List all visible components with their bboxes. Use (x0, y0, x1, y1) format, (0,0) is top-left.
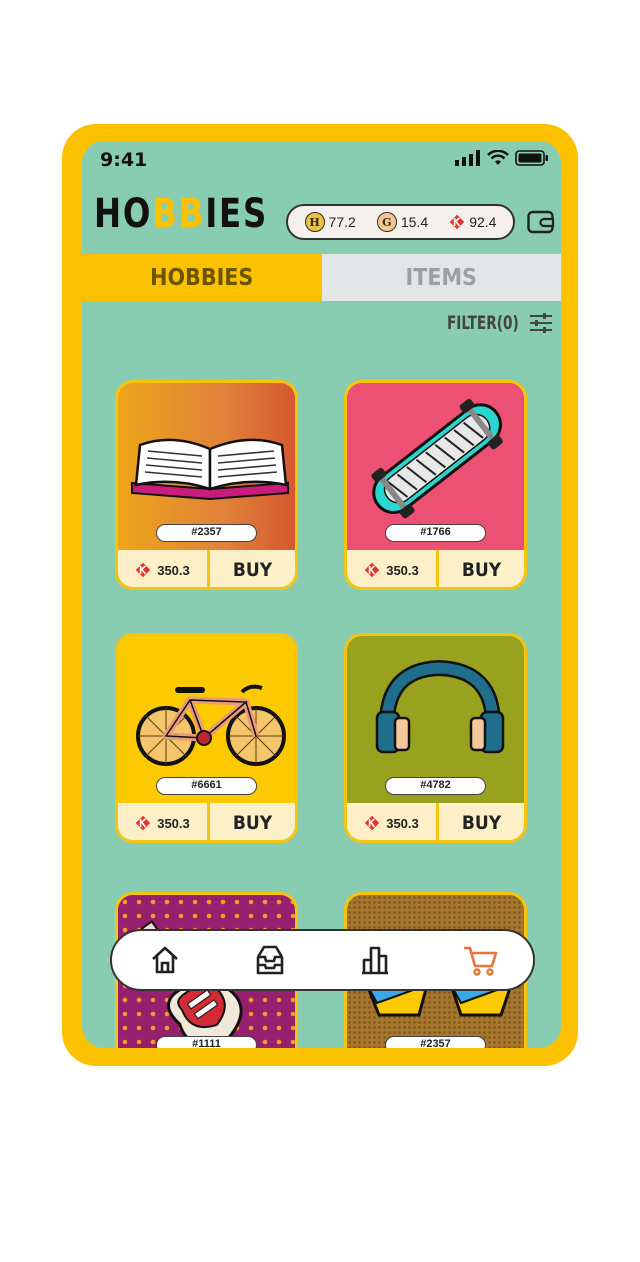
nav-cart[interactable] (460, 940, 500, 980)
home-icon (151, 946, 178, 974)
price-tag: 350.3 (118, 803, 210, 840)
token-id-badge: #2357 (156, 524, 257, 542)
h-coin-balance: H 77.2 (304, 212, 356, 232)
price-tag: 350.3 (118, 550, 210, 587)
wifi-icon (487, 150, 509, 165)
nav-inventory[interactable] (250, 940, 290, 980)
card-footer: 350.3 BUY (118, 550, 295, 587)
token-id-badge: #4782 (385, 777, 486, 795)
g-coin-icon: G (376, 212, 397, 232)
buy-button[interactable]: BUY (439, 550, 524, 587)
g-coin-value: 15.4 (400, 214, 429, 230)
k-token-value: 92.4 (469, 214, 497, 230)
app-logo: HOBBIES (94, 191, 269, 237)
wallet-icon[interactable] (527, 209, 555, 235)
price-tag: 350.3 (347, 803, 439, 840)
inbox-tray-icon (256, 945, 284, 975)
status-bar: 9:41 (82, 141, 561, 177)
nav-leaderboard[interactable] (355, 940, 395, 980)
k-token-balance: 92.4 (449, 214, 496, 230)
k-token-icon (365, 815, 380, 831)
token-id-badge: #1111 (156, 1036, 257, 1048)
tab-items[interactable]: ITEMS (321, 254, 561, 301)
card-art: #2357 (118, 383, 295, 550)
k-token-icon (449, 214, 465, 230)
card-footer: 350.3 BUY (347, 550, 524, 587)
card-footer: 350.3 BUY (347, 803, 524, 840)
token-id-badge: #6661 (156, 777, 257, 795)
hobby-card[interactable]: #1766 350.3 BUY (344, 380, 527, 590)
leaderboard-icon (362, 946, 389, 975)
cart-icon (464, 946, 498, 976)
buy-button[interactable]: BUY (210, 550, 295, 587)
filter-label: FILTER(0) (447, 312, 519, 334)
price-tag: 350.3 (347, 550, 439, 587)
status-icons (455, 149, 549, 167)
hobby-card[interactable]: #2357 350.3 BUY (115, 380, 298, 590)
status-time: 9:41 (100, 149, 148, 171)
card-art: #4782 (347, 636, 524, 803)
price-value: 350.3 (386, 562, 419, 578)
g-coin-balance: G 15.4 (376, 212, 429, 232)
nav-home[interactable] (145, 940, 185, 980)
k-token-icon (136, 562, 151, 578)
buy-button[interactable]: BUY (439, 803, 524, 840)
currency-balances: H 77.2 G 15.4 92.4 (286, 204, 515, 240)
price-value: 350.3 (157, 815, 190, 831)
tab-hobbies[interactable]: HOBBIES (82, 254, 322, 301)
price-value: 350.3 (386, 815, 419, 831)
hobby-card[interactable]: #4782 350.3 BUY (344, 633, 527, 843)
h-coin-value: 77.2 (328, 214, 356, 230)
bottom-nav (110, 929, 535, 991)
k-token-icon (365, 562, 380, 578)
token-id-badge: #1766 (385, 524, 486, 542)
k-token-icon (136, 815, 151, 831)
signal-icon (455, 150, 480, 166)
price-value: 350.3 (157, 562, 190, 578)
battery-icon (515, 150, 548, 166)
card-art: #1766 (347, 383, 524, 550)
filter-button[interactable]: FILTER(0) (429, 311, 553, 335)
card-footer: 350.3 BUY (118, 803, 295, 840)
app-screen: 9:41 HOBBIES H 77.2 G 15.4 92.4 HOBBIES … (82, 141, 561, 1048)
tab-bar: HOBBIES ITEMS (82, 254, 561, 301)
hobby-card[interactable]: #6661 350.3 BUY (115, 633, 298, 843)
sliders-icon (530, 313, 552, 333)
h-coin-icon: H (304, 212, 325, 232)
token-id-badge: #2357 (385, 1036, 486, 1048)
buy-button[interactable]: BUY (210, 803, 295, 840)
card-art: #6661 (118, 636, 295, 803)
